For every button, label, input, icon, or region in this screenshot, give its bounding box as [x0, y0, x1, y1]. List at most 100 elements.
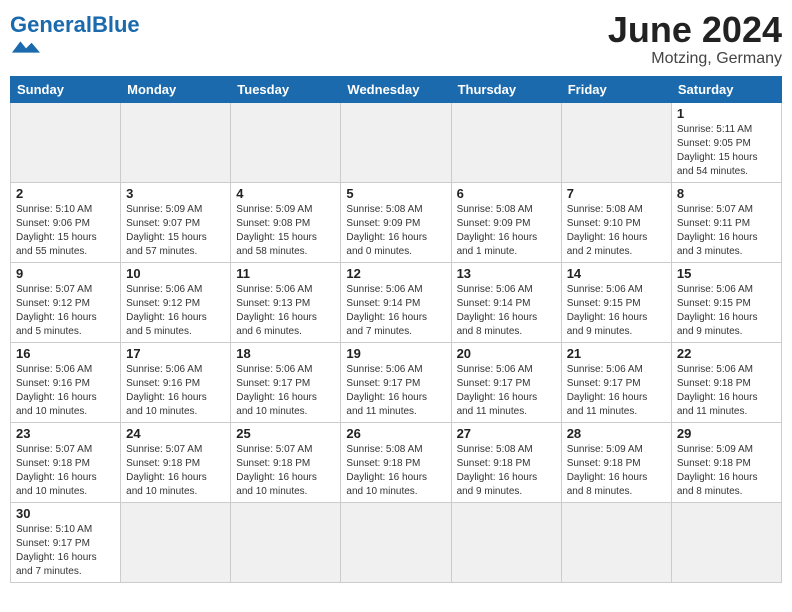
calendar-cell: 4 Sunrise: 5:09 AMSunset: 9:08 PMDaylight…	[231, 182, 341, 262]
day-info: Sunrise: 5:06 AMSunset: 9:14 PMDaylight:…	[346, 283, 445, 339]
calendar-cell: 1 Sunrise: 5:11 AMSunset: 9:05 PMDaylight…	[671, 102, 781, 182]
day-number: 23	[16, 426, 115, 441]
day-info: Sunrise: 5:06 AMSunset: 9:12 PMDaylight:…	[126, 283, 225, 339]
header-saturday: Saturday	[671, 76, 781, 102]
calendar-cell: 20Sunrise: 5:06 AMSunset: 9:17 PMDayligh…	[451, 342, 561, 422]
day-number: 19	[346, 346, 445, 361]
day-number: 12	[346, 266, 445, 281]
calendar-cell	[561, 102, 671, 182]
calendar-cell: 8Sunrise: 5:07 AMSunset: 9:11 PMDaylight…	[671, 182, 781, 262]
calendar-cell: 25Sunrise: 5:07 AMSunset: 9:18 PMDayligh…	[231, 422, 341, 502]
calendar-cell: 24Sunrise: 5:07 AMSunset: 9:18 PMDayligh…	[121, 422, 231, 502]
day-number: 11	[236, 266, 335, 281]
day-info: Sunrise: 5:10 AMSunset: 9:06 PMDaylight:…	[16, 203, 115, 259]
day-number: 14	[567, 266, 666, 281]
day-number: 7	[567, 186, 666, 201]
day-info: Sunrise: 5:08 AMSunset: 9:09 PMDaylight:…	[457, 203, 556, 259]
calendar-cell	[121, 502, 231, 582]
day-info: Sunrise: 5:06 AMSunset: 9:16 PMDaylight:…	[16, 363, 115, 419]
day-info: Sunrise: 5:06 AMSunset: 9:15 PMDaylight:…	[567, 283, 666, 339]
header-friday: Friday	[561, 76, 671, 102]
day-number: 30	[16, 506, 115, 521]
day-info: Sunrise: 5:06 AMSunset: 9:17 PMDaylight:…	[236, 363, 335, 419]
day-number: 26	[346, 426, 445, 441]
calendar-cell: 3 Sunrise: 5:09 AMSunset: 9:07 PMDaylight…	[121, 182, 231, 262]
day-number: 15	[677, 266, 776, 281]
day-info: Sunrise: 5:09 AMSunset: 9:18 PMDaylight:…	[677, 443, 776, 499]
day-info: Sunrise: 5:11 AMSunset: 9:05 PMDaylight:…	[677, 123, 776, 179]
day-info: Sunrise: 5:06 AMSunset: 9:18 PMDaylight:…	[677, 363, 776, 419]
day-info: Sunrise: 5:06 AMSunset: 9:15 PMDaylight:…	[677, 283, 776, 339]
calendar-cell: 21Sunrise: 5:06 AMSunset: 9:17 PMDayligh…	[561, 342, 671, 422]
calendar-cell: 27 Sunrise: 5:08 AMSunset: 9:18 PMDayligh…	[451, 422, 561, 502]
calendar-cell	[121, 102, 231, 182]
calendar-cell: 13 Sunrise: 5:06 AMSunset: 9:14 PMDayligh…	[451, 262, 561, 342]
calendar-cell	[341, 102, 451, 182]
calendar-cell: 11 Sunrise: 5:06 AMSunset: 9:13 PMDayligh…	[231, 262, 341, 342]
calendar-cell: 19 Sunrise: 5:06 AMSunset: 9:17 PMDayligh…	[341, 342, 451, 422]
week-row-5: 30 Sunrise: 5:10 AMSunset: 9:17 PMDayligh…	[11, 502, 782, 582]
day-info: Sunrise: 5:08 AMSunset: 9:10 PMDaylight:…	[567, 203, 666, 259]
calendar-cell	[11, 102, 121, 182]
day-info: Sunrise: 5:06 AMSunset: 9:17 PMDaylight:…	[346, 363, 445, 419]
day-number: 21	[567, 346, 666, 361]
day-info: Sunrise: 5:08 AMSunset: 9:18 PMDaylight:…	[457, 443, 556, 499]
calendar-cell: 30 Sunrise: 5:10 AMSunset: 9:17 PMDayligh…	[11, 502, 121, 582]
calendar-cell: 6Sunrise: 5:08 AMSunset: 9:09 PMDaylight…	[451, 182, 561, 262]
calendar-subtitle: Motzing, Germany	[608, 50, 782, 68]
day-number: 9	[16, 266, 115, 281]
day-info: Sunrise: 5:06 AMSunset: 9:14 PMDaylight:…	[457, 283, 556, 339]
calendar-cell: 22 Sunrise: 5:06 AMSunset: 9:18 PMDayligh…	[671, 342, 781, 422]
day-info: Sunrise: 5:09 AMSunset: 9:07 PMDaylight:…	[126, 203, 225, 259]
week-row-4: 23 Sunrise: 5:07 AMSunset: 9:18 PMDayligh…	[11, 422, 782, 502]
calendar-cell	[231, 502, 341, 582]
calendar-cell: 2 Sunrise: 5:10 AMSunset: 9:06 PMDaylight…	[11, 182, 121, 262]
day-number: 13	[457, 266, 556, 281]
logo-icon	[12, 33, 40, 61]
day-number: 24	[126, 426, 225, 441]
day-number: 16	[16, 346, 115, 361]
day-info: Sunrise: 5:10 AMSunset: 9:17 PMDaylight:…	[16, 523, 115, 579]
calendar-cell: 15 Sunrise: 5:06 AMSunset: 9:15 PMDayligh…	[671, 262, 781, 342]
day-info: Sunrise: 5:06 AMSunset: 9:13 PMDaylight:…	[236, 283, 335, 339]
day-number: 1	[677, 106, 776, 121]
day-number: 22	[677, 346, 776, 361]
header-wednesday: Wednesday	[341, 76, 451, 102]
day-number: 10	[126, 266, 225, 281]
page-header: GeneralBlue June 2024 Motzing, Germany	[10, 10, 782, 68]
day-info: Sunrise: 5:09 AMSunset: 9:08 PMDaylight:…	[236, 203, 335, 259]
day-number: 17	[126, 346, 225, 361]
calendar-cell: 7 Sunrise: 5:08 AMSunset: 9:10 PMDaylight…	[561, 182, 671, 262]
calendar-cell: 26 Sunrise: 5:08 AMSunset: 9:18 PMDayligh…	[341, 422, 451, 502]
day-number: 29	[677, 426, 776, 441]
day-number: 4	[236, 186, 335, 201]
calendar-table: Sunday Monday Tuesday Wednesday Thursday…	[10, 76, 782, 583]
day-number: 27	[457, 426, 556, 441]
calendar-cell: 29 Sunrise: 5:09 AMSunset: 9:18 PMDayligh…	[671, 422, 781, 502]
calendar-cell	[671, 502, 781, 582]
calendar-cell: 16 Sunrise: 5:06 AMSunset: 9:16 PMDayligh…	[11, 342, 121, 422]
header-monday: Monday	[121, 76, 231, 102]
day-info: Sunrise: 5:07 AMSunset: 9:18 PMDaylight:…	[236, 443, 335, 499]
day-info: Sunrise: 5:08 AMSunset: 9:18 PMDaylight:…	[346, 443, 445, 499]
calendar-cell	[561, 502, 671, 582]
calendar-cell: 9Sunrise: 5:07 AMSunset: 9:12 PMDaylight…	[11, 262, 121, 342]
day-number: 3	[126, 186, 225, 201]
day-number: 28	[567, 426, 666, 441]
header-thursday: Thursday	[451, 76, 561, 102]
calendar-cell: 14 Sunrise: 5:06 AMSunset: 9:15 PMDayligh…	[561, 262, 671, 342]
calendar-cell	[341, 502, 451, 582]
calendar-cell	[451, 502, 561, 582]
day-number: 2	[16, 186, 115, 201]
day-info: Sunrise: 5:06 AMSunset: 9:16 PMDaylight:…	[126, 363, 225, 419]
calendar-cell: 5Sunrise: 5:08 AMSunset: 9:09 PMDaylight…	[341, 182, 451, 262]
week-row-1: 2 Sunrise: 5:10 AMSunset: 9:06 PMDaylight…	[11, 182, 782, 262]
calendar-cell: 10 Sunrise: 5:06 AMSunset: 9:12 PMDayligh…	[121, 262, 231, 342]
header-sunday: Sunday	[11, 76, 121, 102]
title-block: June 2024 Motzing, Germany	[608, 10, 782, 68]
calendar-cell: 28 Sunrise: 5:09 AMSunset: 9:18 PMDayligh…	[561, 422, 671, 502]
week-row-0: 1 Sunrise: 5:11 AMSunset: 9:05 PMDaylight…	[11, 102, 782, 182]
day-info: Sunrise: 5:09 AMSunset: 9:18 PMDaylight:…	[567, 443, 666, 499]
calendar-title: June 2024	[608, 10, 782, 50]
day-info: Sunrise: 5:07 AMSunset: 9:11 PMDaylight:…	[677, 203, 776, 259]
